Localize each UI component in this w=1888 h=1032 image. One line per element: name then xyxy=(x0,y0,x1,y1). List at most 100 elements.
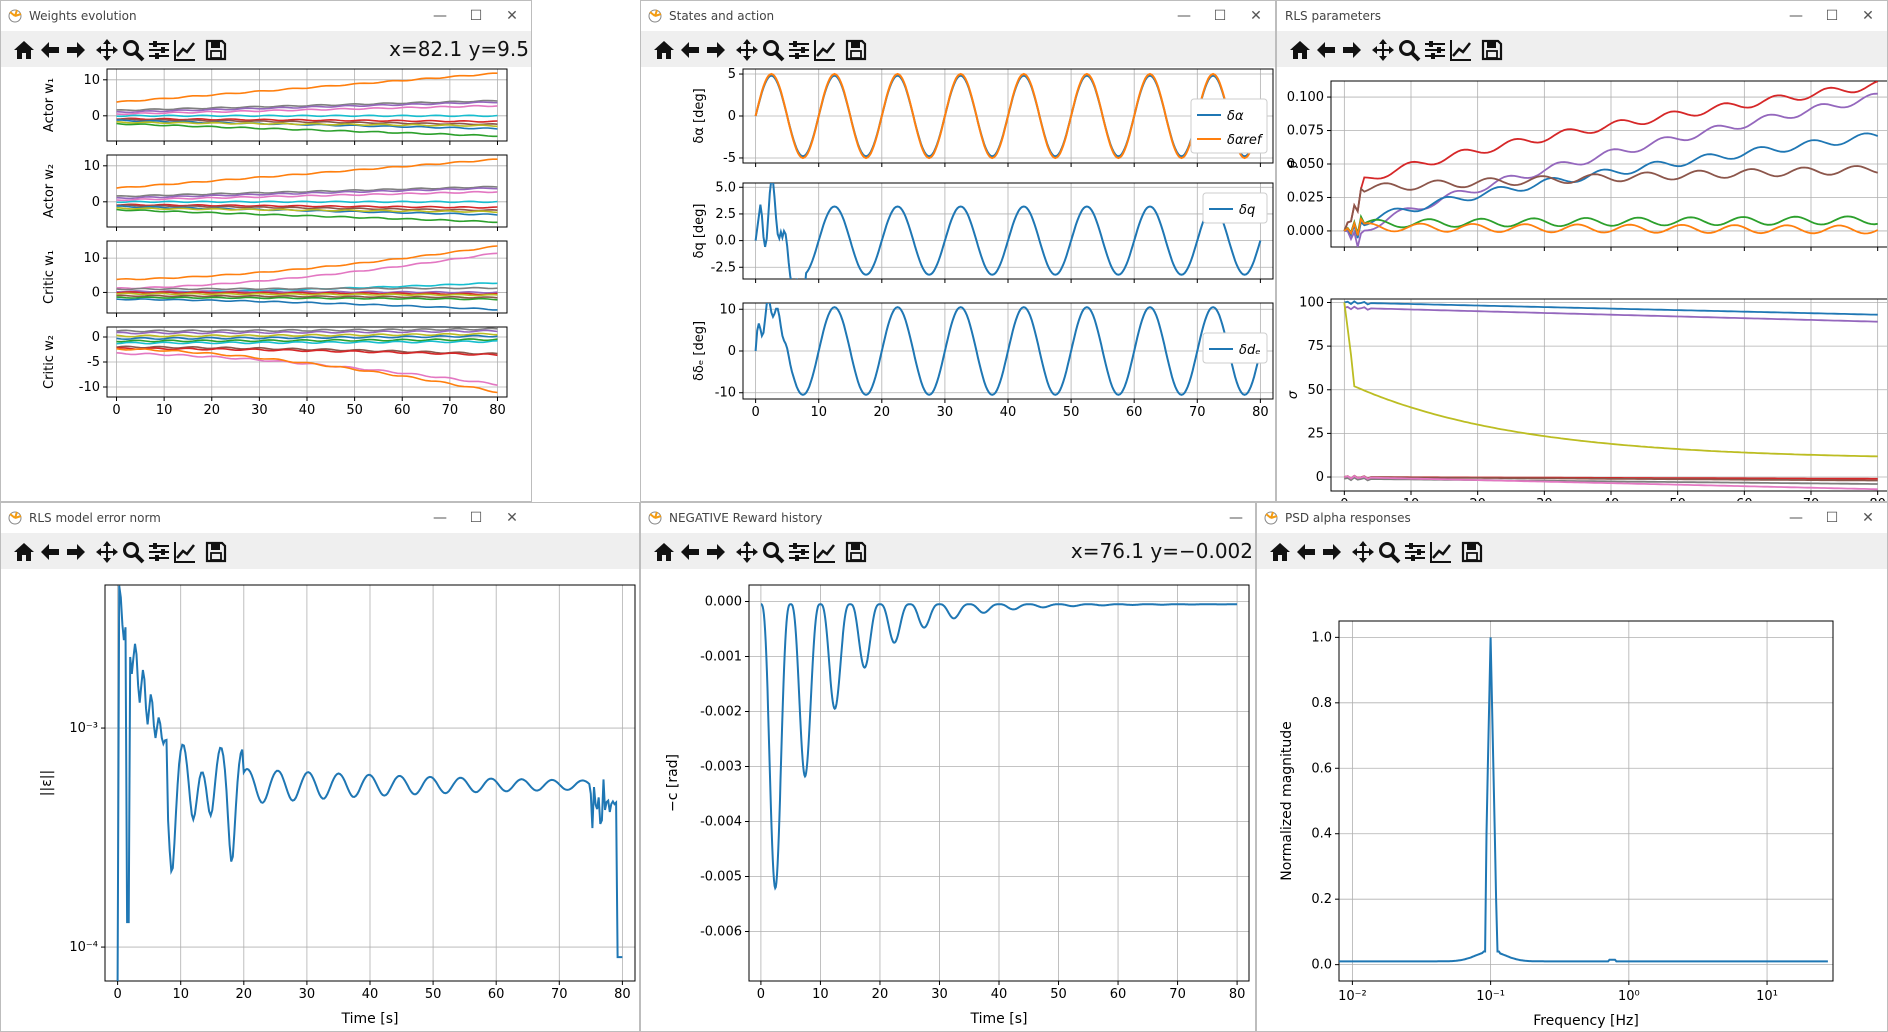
pan-icon[interactable] xyxy=(734,539,760,565)
back-icon[interactable] xyxy=(677,37,703,63)
edit-axis-icon[interactable] xyxy=(1428,539,1454,565)
figure-canvas[interactable]: 0 10 20 30 40 50 60 70 80 10⁻³ 10⁻⁴ Time [s] ||ε|| xyxy=(1,569,639,1031)
pan-icon[interactable] xyxy=(1370,37,1396,63)
figure-canvas[interactable]: 0.1000.0750.0500.0250.000θ01020304050607… xyxy=(1277,67,1887,501)
legend-label: δα xyxy=(1227,109,1244,124)
window-negative-reward-history[interactable]: NEGATIVE Reward history — x=76.1 y=−0.00… xyxy=(640,502,1256,1032)
title-bar[interactable]: States and action — ☐ ✕ xyxy=(641,1,1275,31)
forward-icon[interactable] xyxy=(1319,539,1345,565)
configure-subplots-icon[interactable] xyxy=(1402,539,1428,565)
matplotlib-app-icon xyxy=(1264,511,1278,525)
home-icon[interactable] xyxy=(1287,37,1313,63)
forward-icon[interactable] xyxy=(703,37,729,63)
figure-canvas[interactable]: 10⁻² 10⁻¹ 10⁰ 10¹ 1.0 0.8 0.6 0.4 0.2 0.0 Frequenc… xyxy=(1257,569,1887,1031)
edit-axis-icon[interactable] xyxy=(1448,37,1474,63)
tick-label: 60 xyxy=(394,403,411,418)
configure-subplots-icon[interactable] xyxy=(786,539,812,565)
configure-subplots-icon[interactable] xyxy=(1422,37,1448,63)
edit-axis-icon[interactable] xyxy=(812,539,838,565)
window-psd-alpha-responses[interactable]: PSD alpha responses — ☐ ✕ 10⁻² 10⁻¹ 10⁰ 10¹… xyxy=(1256,502,1888,1032)
zoom-icon[interactable] xyxy=(760,539,786,565)
axes-frame xyxy=(1330,298,1887,492)
pan-icon[interactable] xyxy=(94,37,120,63)
forward-icon[interactable] xyxy=(1339,37,1365,63)
minimize-button[interactable]: — xyxy=(425,5,455,27)
window-weights-evolution[interactable]: Weights evolution — ☐ ✕ x=82.1 y=9.5 0 10… xyxy=(0,0,532,502)
legend-label: δq xyxy=(1239,203,1255,218)
title-bar[interactable]: RLS parameters — ☐ ✕ xyxy=(1277,1,1887,31)
tick-label: -0.003 xyxy=(700,760,742,775)
home-icon[interactable] xyxy=(1267,539,1293,565)
zoom-icon[interactable] xyxy=(760,37,786,63)
minimize-button[interactable]: — xyxy=(1781,5,1811,27)
title-bar[interactable]: RLS model error norm — ☐ ✕ xyxy=(1,503,639,533)
maximize-button[interactable]: ☐ xyxy=(1205,5,1235,27)
zoom-icon[interactable] xyxy=(1376,539,1402,565)
figure-canvas[interactable]: 0 10 Actor w₁ 0 10 Actor w₂ 0 10 Critic w₁ 0 10 20 3… xyxy=(1,67,531,501)
window-states-and-action[interactable]: States and action — ☐ ✕ 5 0 -5 δα [deg] δα δα… xyxy=(640,0,1276,502)
close-button[interactable]: ✕ xyxy=(1853,507,1883,529)
minimize-button[interactable]: — xyxy=(1169,5,1199,27)
window-rls-parameters[interactable]: RLS parameters — ☐ ✕ 0.100 0.075 0.050 0.02… xyxy=(1276,0,1888,502)
minimize-button[interactable]: — xyxy=(1781,507,1811,529)
title-bar[interactable]: NEGATIVE Reward history — xyxy=(641,503,1255,533)
pan-icon[interactable] xyxy=(1350,539,1376,565)
title-bar[interactable]: PSD alpha responses — ☐ ✕ xyxy=(1257,503,1887,533)
close-button[interactable]: ✕ xyxy=(1241,5,1271,27)
home-icon[interactable] xyxy=(11,539,37,565)
axis-label: δq [deg] xyxy=(692,204,707,259)
tick-label: 0.000 xyxy=(1287,224,1324,239)
pan-icon[interactable] xyxy=(734,37,760,63)
configure-subplots-icon[interactable] xyxy=(146,539,172,565)
tick-label: -0.006 xyxy=(700,925,742,940)
maximize-button[interactable]: ☐ xyxy=(1817,5,1847,27)
tick-label: 10 xyxy=(172,987,189,1002)
tick-label: 5.0 xyxy=(715,180,736,195)
tick-label: 80 xyxy=(614,987,631,1002)
window-title: NEGATIVE Reward history xyxy=(669,511,823,525)
zoom-icon[interactable] xyxy=(120,37,146,63)
back-icon[interactable] xyxy=(37,539,63,565)
tick-label: 10 xyxy=(810,405,827,420)
home-icon[interactable] xyxy=(651,539,677,565)
title-bar[interactable]: Weights evolution — ☐ ✕ xyxy=(1,1,531,31)
edit-axis-icon[interactable] xyxy=(172,539,198,565)
edit-axis-icon[interactable] xyxy=(812,37,838,63)
save-icon[interactable] xyxy=(1479,37,1505,63)
tick-label: 50 xyxy=(1307,383,1324,398)
home-icon[interactable] xyxy=(11,37,37,63)
tick-label: 2.5 xyxy=(715,207,736,222)
configure-subplots-icon[interactable] xyxy=(146,37,172,63)
forward-icon[interactable] xyxy=(703,539,729,565)
zoom-icon[interactable] xyxy=(120,539,146,565)
pan-icon[interactable] xyxy=(94,539,120,565)
maximize-button[interactable]: ☐ xyxy=(1817,507,1847,529)
tick-label: -0.002 xyxy=(700,705,742,720)
save-icon[interactable] xyxy=(203,37,229,63)
close-button[interactable]: ✕ xyxy=(497,5,527,27)
back-icon[interactable] xyxy=(1293,539,1319,565)
figure-canvas[interactable]: 5 0 -5 δα [deg] δα δαref 5.0 2.5 0.0 -2.5 δq [deg]… xyxy=(641,67,1275,501)
zoom-icon[interactable] xyxy=(1396,37,1422,63)
window-rls-model-error-norm[interactable]: RLS model error norm — ☐ ✕ 0 10 20 30 40 50 60… xyxy=(0,502,640,1032)
edit-axis-icon[interactable] xyxy=(172,37,198,63)
y-axis-label: ||ε|| xyxy=(39,770,55,796)
save-icon[interactable] xyxy=(203,539,229,565)
home-icon[interactable] xyxy=(651,37,677,63)
back-icon[interactable] xyxy=(677,539,703,565)
figure-canvas[interactable]: 0 10 20 30 40 50 60 70 80 0.000 -0.001 -0.002 -0.003… xyxy=(641,569,1255,1031)
back-icon[interactable] xyxy=(1313,37,1339,63)
minimize-button[interactable]: — xyxy=(425,507,455,529)
minimize-button[interactable]: — xyxy=(1221,507,1251,529)
configure-subplots-icon[interactable] xyxy=(786,37,812,63)
forward-icon[interactable] xyxy=(63,37,89,63)
save-icon[interactable] xyxy=(1459,539,1485,565)
forward-icon[interactable] xyxy=(63,539,89,565)
maximize-button[interactable]: ☐ xyxy=(461,5,491,27)
close-button[interactable]: ✕ xyxy=(1853,5,1883,27)
maximize-button[interactable]: ☐ xyxy=(461,507,491,529)
save-icon[interactable] xyxy=(843,539,869,565)
back-icon[interactable] xyxy=(37,37,63,63)
save-icon[interactable] xyxy=(843,37,869,63)
close-button[interactable]: ✕ xyxy=(497,507,527,529)
